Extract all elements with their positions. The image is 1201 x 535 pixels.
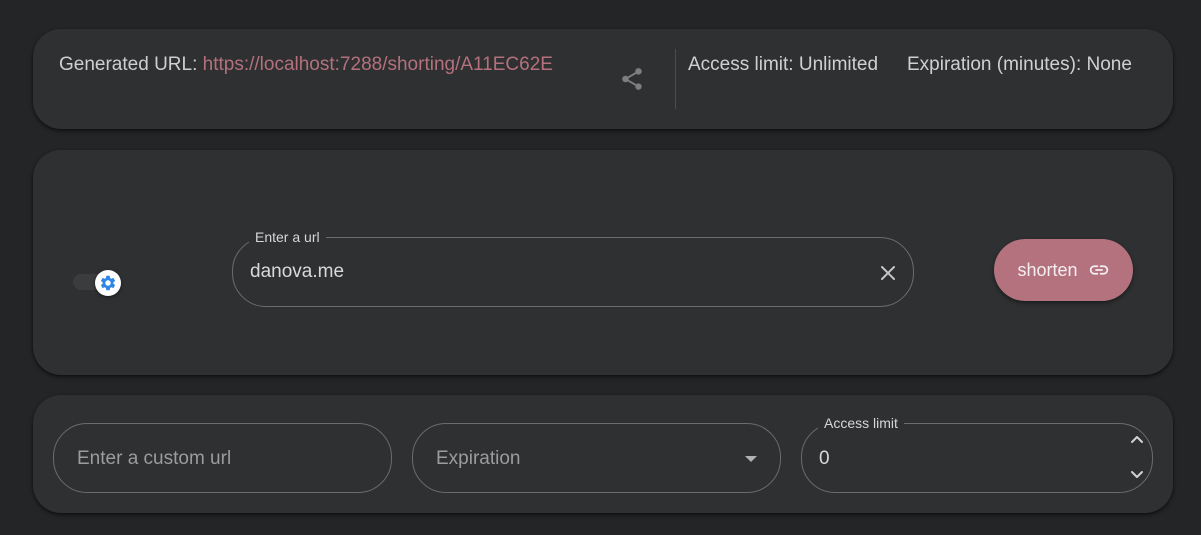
shorten-button[interactable]: shorten <box>994 239 1133 301</box>
result-card: Generated URL: https://localhost:7288/sh… <box>33 29 1173 129</box>
generated-url-line: Generated URL: https://localhost:7288/sh… <box>59 54 553 76</box>
generated-url-link[interactable]: https://localhost:7288/shorting/A11EC62E <box>203 54 553 75</box>
generated-url-label: Generated URL: <box>59 54 198 75</box>
decrement-button[interactable] <box>1127 464 1147 484</box>
gear-icon <box>100 275 116 291</box>
close-icon <box>881 266 895 280</box>
increment-button[interactable] <box>1127 430 1147 450</box>
chevron-down-icon <box>1131 471 1143 478</box>
options-card: Enter a custom url Expiration Access lim… <box>33 395 1173 513</box>
chevron-down-icon <box>745 456 757 462</box>
custom-url-input[interactable]: Enter a custom url <box>77 448 231 470</box>
expiration-select[interactable]: Expiration <box>412 423 781 493</box>
expiration-info: Expiration (minutes): None <box>907 54 1132 75</box>
url-input[interactable]: danova.me <box>250 261 344 283</box>
url-field[interactable]: Enter a url danova.me <box>232 229 914 307</box>
url-input-card: Enter a url danova.me shorten <box>33 150 1173 375</box>
access-limit-info: Access limit: Unlimited <box>688 54 879 75</box>
custom-url-field[interactable]: Enter a custom url <box>53 423 392 493</box>
expiration-placeholder: Expiration <box>436 448 521 469</box>
settings-toggle-thumb <box>95 270 121 296</box>
access-limit-field[interactable]: Access limit 0 <box>801 415 1153 493</box>
link-icon <box>1089 265 1108 275</box>
url-field-label: Enter a url <box>249 229 326 245</box>
access-limit-input[interactable]: 0 <box>819 448 830 470</box>
vertical-divider <box>675 49 676 109</box>
access-limit-label: Access limit <box>818 415 904 431</box>
share-icon <box>622 68 642 90</box>
clear-button[interactable] <box>877 262 899 284</box>
shorten-button-label: shorten <box>1017 259 1078 280</box>
chevron-up-icon <box>1131 436 1143 443</box>
share-button[interactable] <box>615 62 649 96</box>
settings-toggle[interactable] <box>73 270 121 296</box>
